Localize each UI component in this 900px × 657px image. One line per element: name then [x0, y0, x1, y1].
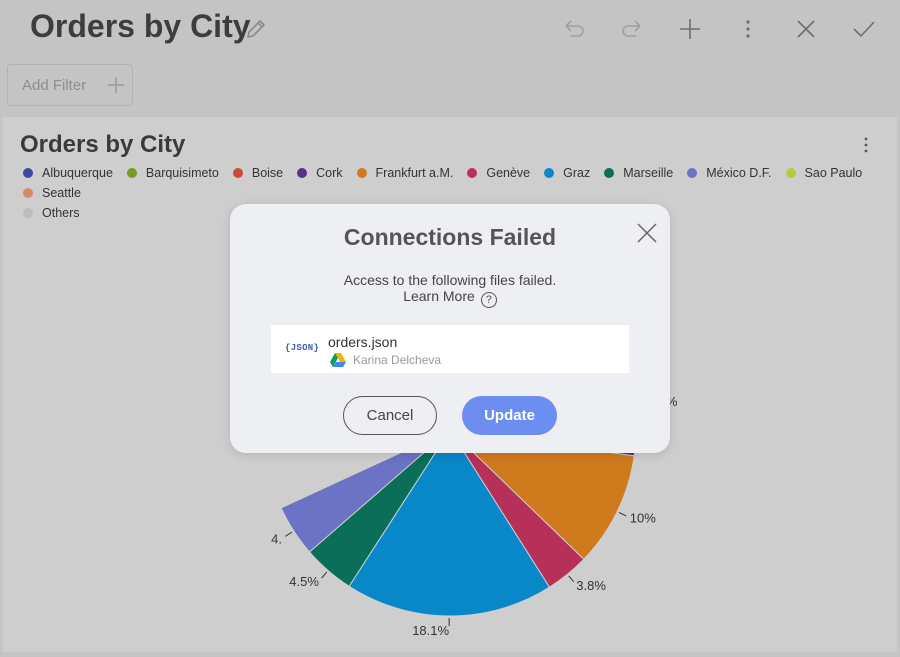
connections-failed-dialog: Connections Failed Access to the followi… [230, 204, 670, 453]
google-drive-icon [330, 353, 346, 367]
cancel-button[interactable]: Cancel [343, 396, 437, 435]
learn-more-link[interactable]: Learn More [403, 288, 475, 304]
help-icon[interactable]: ? [480, 292, 497, 308]
dialog-message: Access to the following files failed. [343, 272, 557, 288]
file-name: orders.json [328, 334, 398, 350]
dialog-close-icon[interactable] [636, 222, 658, 244]
pie-leader-line [618, 511, 627, 517]
update-button[interactable]: Update [462, 396, 557, 435]
pie-data-label: 4. [271, 532, 282, 547]
failed-file-item: {JSON} orders.json Karina Delcheva [271, 325, 629, 373]
pie-leader-line [568, 575, 575, 583]
pie-data-label: 18.1% [412, 623, 449, 638]
dialog-title: Connections Failed [343, 224, 557, 250]
json-file-icon: {JSON} [285, 343, 320, 353]
pie-data-label: 10% [630, 511, 656, 526]
pie-leader-line [285, 531, 293, 537]
file-owner: Karina Delcheva [353, 353, 442, 367]
learn-more-row: Learn More? [230, 288, 670, 308]
pie-leader-line [321, 571, 328, 579]
pie-data-label: 3.8% [576, 578, 606, 593]
pie-data-label: 4.5% [289, 574, 319, 589]
